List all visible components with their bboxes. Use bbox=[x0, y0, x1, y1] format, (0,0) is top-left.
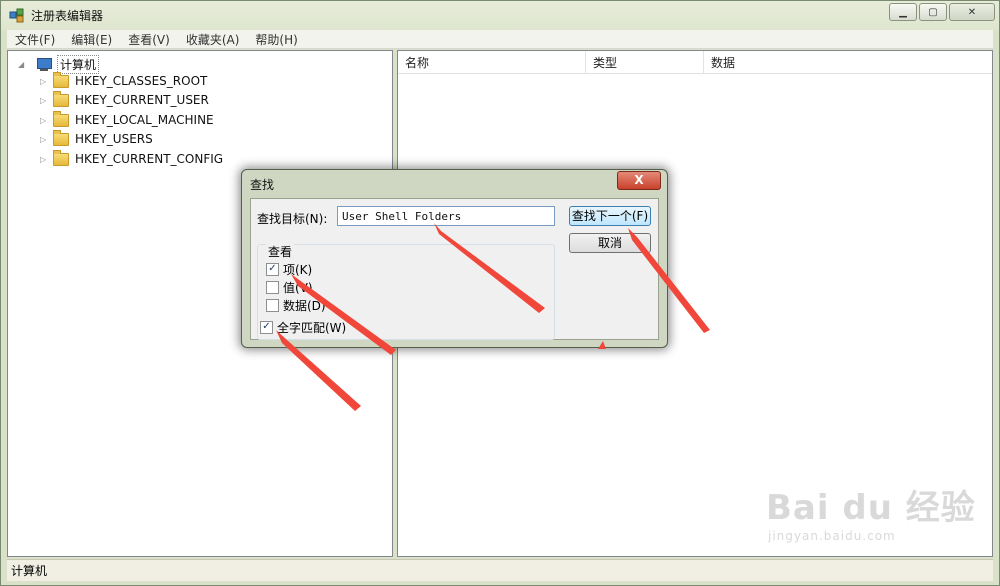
option-keys-label: 项(K) bbox=[283, 263, 313, 277]
tree-item-hkcr[interactable]: ▷ HKEY_CLASSES_ROOT bbox=[40, 71, 208, 90]
watermark-brand: Bai du 经验 bbox=[766, 488, 976, 528]
folder-icon bbox=[53, 90, 69, 107]
menu-help[interactable]: 帮助(H) bbox=[247, 31, 305, 48]
folder-icon bbox=[53, 71, 69, 88]
minimize-button[interactable]: ▁ bbox=[889, 3, 917, 21]
tree-item-hkcu[interactable]: ▷ HKEY_CURRENT_USER bbox=[40, 90, 209, 109]
menu-file[interactable]: 文件(F) bbox=[7, 31, 63, 48]
find-dialog: 查找 X 查找目标(N): 查找下一个(F) 取消 查看 ✓ 项(K) 值(V)… bbox=[241, 169, 668, 348]
tree-item-label: HKEY_LOCAL_MACHINE bbox=[75, 113, 214, 127]
menu-bar: 文件(F) 编辑(E) 查看(V) 收藏夹(A) 帮助(H) bbox=[7, 30, 993, 49]
tree-item-label: HKEY_USERS bbox=[75, 132, 153, 146]
baidu-jingyan-watermark: Bai du 经验 jingyan.baidu.com bbox=[766, 480, 976, 543]
expand-arrow-icon[interactable]: ▷ bbox=[40, 77, 49, 86]
dialog-title: 查找 bbox=[250, 178, 275, 192]
computer-icon bbox=[35, 57, 53, 72]
window-title: 注册表编辑器 bbox=[31, 8, 104, 23]
find-target-input[interactable] bbox=[337, 206, 555, 226]
tree-item-hkcc[interactable]: ▷ HKEY_CURRENT_CONFIG bbox=[40, 149, 224, 168]
tree-item-label: HKEY_CURRENT_CONFIG bbox=[75, 152, 224, 166]
checkbox-data[interactable] bbox=[266, 299, 279, 312]
option-keys[interactable]: ✓ 项(K) bbox=[266, 261, 312, 278]
watermark-url: jingyan.baidu.com bbox=[768, 529, 896, 543]
checkbox-match-whole[interactable]: ✓ bbox=[260, 321, 273, 334]
list-column-headers: 名称 类型 数据 bbox=[398, 51, 992, 74]
expand-arrow-icon[interactable]: ▷ bbox=[40, 96, 49, 105]
option-data[interactable]: 数据(D) bbox=[266, 297, 326, 314]
option-values-label: 值(V) bbox=[283, 281, 313, 295]
tree-item-hklm[interactable]: ▷ HKEY_LOCAL_MACHINE bbox=[40, 110, 214, 129]
column-header-type[interactable]: 类型 bbox=[586, 51, 704, 73]
find-target-label: 查找目标(N): bbox=[257, 212, 328, 226]
option-match-whole[interactable]: ✓ 全字匹配(W) bbox=[260, 319, 346, 336]
dialog-close-button[interactable]: X bbox=[617, 171, 661, 190]
maximize-button[interactable]: ▢ bbox=[919, 3, 947, 21]
cancel-button[interactable]: 取消 bbox=[569, 233, 651, 253]
title-bar[interactable]: 注册表编辑器 ▁ ▢ ✕ bbox=[1, 1, 1000, 29]
find-next-button[interactable]: 查找下一个(F) bbox=[569, 206, 651, 226]
menu-edit[interactable]: 编辑(E) bbox=[63, 31, 120, 48]
collapse-arrow-icon[interactable]: ◢ bbox=[18, 60, 27, 69]
folder-icon bbox=[53, 110, 69, 127]
regedit-app-icon bbox=[9, 7, 25, 23]
expand-arrow-icon[interactable]: ▷ bbox=[40, 135, 49, 144]
close-button[interactable]: ✕ bbox=[949, 3, 995, 21]
status-bar: 计算机 bbox=[7, 559, 993, 581]
menu-favorites[interactable]: 收藏夹(A) bbox=[178, 31, 248, 48]
dialog-body: 查找目标(N): 查找下一个(F) 取消 查看 ✓ 项(K) 值(V) 数据(D… bbox=[250, 198, 659, 340]
tree-item-hku[interactable]: ▷ HKEY_USERS bbox=[40, 129, 153, 148]
checkbox-values[interactable] bbox=[266, 281, 279, 294]
checkbox-keys[interactable]: ✓ bbox=[266, 263, 279, 276]
folder-icon bbox=[53, 129, 69, 146]
look-at-group-title: 查看 bbox=[266, 243, 295, 260]
expand-arrow-icon[interactable]: ▷ bbox=[40, 116, 49, 125]
option-data-label: 数据(D) bbox=[283, 299, 326, 313]
column-header-name[interactable]: 名称 bbox=[398, 51, 586, 73]
expand-arrow-icon[interactable]: ▷ bbox=[40, 155, 49, 164]
option-match-whole-label: 全字匹配(W) bbox=[277, 321, 347, 335]
column-header-data[interactable]: 数据 bbox=[704, 51, 990, 73]
folder-icon bbox=[53, 149, 69, 166]
option-values[interactable]: 值(V) bbox=[266, 279, 313, 296]
status-text: 计算机 bbox=[11, 564, 48, 578]
menu-view[interactable]: 查看(V) bbox=[120, 31, 178, 48]
tree-item-label: HKEY_CURRENT_USER bbox=[75, 93, 209, 107]
tree-item-label: HKEY_CLASSES_ROOT bbox=[75, 74, 208, 88]
